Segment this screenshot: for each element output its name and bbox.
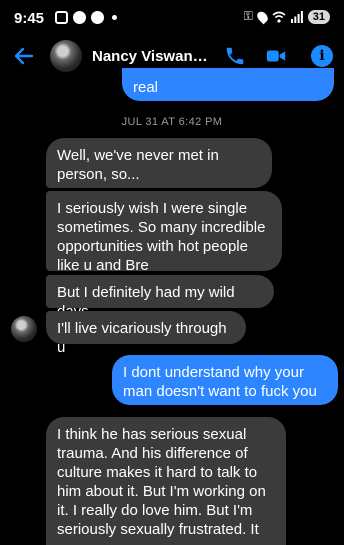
message-bubble-incoming[interactable]: I'll live vicariously through u bbox=[46, 311, 246, 356]
message-bubble-incoming[interactable]: Well, we've never met in person, so... bbox=[46, 138, 272, 188]
location-icon bbox=[254, 9, 270, 24]
battery-indicator: 31 bbox=[307, 9, 330, 24]
video-call-icon[interactable] bbox=[265, 45, 287, 67]
message-timestamp: JUL 31 AT 6:42 PM bbox=[121, 116, 223, 128]
messenger-notification-icon bbox=[73, 11, 86, 24]
key-icon: ⚿ bbox=[243, 9, 253, 23]
message-bubble-outgoing[interactable]: I dont understand why your man doesn't w… bbox=[112, 355, 338, 405]
message-bubble-incoming[interactable]: I think he has serious sexual trauma. An… bbox=[46, 417, 286, 545]
status-bar: 9:45 ⚿ 31 bbox=[0, 0, 344, 36]
message-bubble-outgoing[interactable]: real bbox=[122, 68, 334, 101]
contact-name[interactable]: Nancy Viswanat… bbox=[92, 48, 214, 65]
phone-call-icon[interactable] bbox=[224, 45, 246, 67]
message-bubble-incoming[interactable]: I seriously wish I were single sometimes… bbox=[46, 191, 282, 274]
message-bubble-incoming[interactable]: But I definitely had my wild days bbox=[46, 275, 274, 320]
contact-avatar[interactable] bbox=[50, 40, 82, 72]
messenger-notification-icon bbox=[91, 11, 104, 24]
contact-avatar-small[interactable] bbox=[11, 316, 37, 342]
screenshot-icon bbox=[55, 11, 68, 24]
wifi-icon bbox=[272, 11, 286, 23]
system-icons: ⚿ 31 bbox=[244, 9, 330, 24]
info-icon[interactable]: i bbox=[311, 45, 333, 67]
status-time: 9:45 bbox=[14, 10, 45, 27]
more-notifications-dot-icon bbox=[112, 15, 117, 20]
back-arrow-icon[interactable] bbox=[12, 44, 36, 68]
notification-icons bbox=[55, 11, 117, 24]
signal-icon bbox=[290, 10, 303, 23]
